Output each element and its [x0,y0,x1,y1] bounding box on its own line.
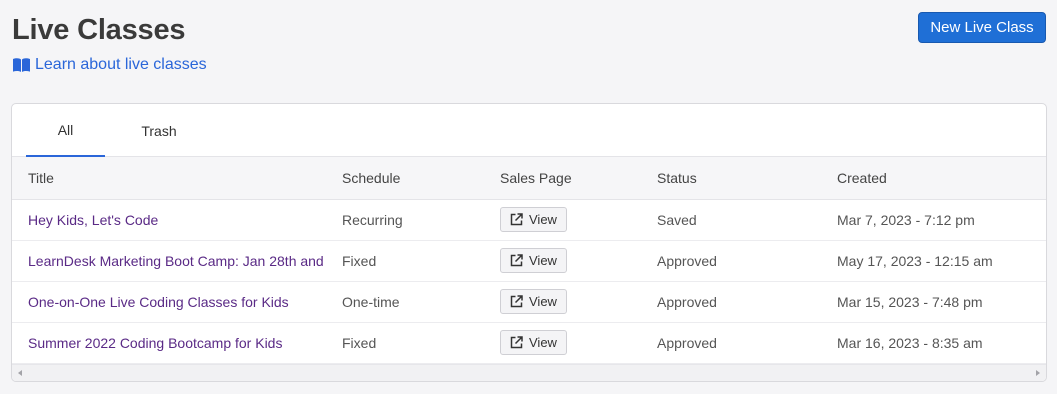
schedule-cell: Fixed [342,240,500,282]
view-label: View [529,335,557,350]
tab-trash[interactable]: Trash [120,104,198,157]
class-title-link[interactable]: One-on-One Live Coding Classes for Kids [28,294,326,310]
new-live-class-button[interactable]: New Live Class [918,12,1046,43]
book-open-icon [12,57,31,73]
view-label: View [529,253,557,268]
live-classes-table: Title Schedule Sales Page Status Created… [12,157,1046,364]
view-label: View [529,294,557,309]
learn-link-label: Learn about live classes [35,56,207,73]
horizontal-scrollbar[interactable] [12,364,1046,381]
created-cell: Mar 16, 2023 - 8:35 am [837,322,1046,364]
page-title: Live Classes [12,14,186,46]
created-cell: Mar 7, 2023 - 7:12 pm [837,199,1046,241]
table-row: Summer 2022 Coding Bootcamp for Kids Fix… [12,322,1046,364]
created-cell: May 17, 2023 - 12:15 am [837,240,1046,282]
table-header-row: Title Schedule Sales Page Status Created [12,157,1046,200]
view-label: View [529,212,557,227]
schedule-cell: Recurring [342,199,500,241]
tab-bar: All Trash [12,104,1046,157]
view-sales-page-button[interactable]: View [500,289,567,314]
external-link-icon [510,336,523,349]
status-cell: Approved [657,322,837,364]
schedule-cell: Fixed [342,322,500,364]
column-header-sales-page[interactable]: Sales Page [500,157,657,200]
column-header-title[interactable]: Title [12,157,342,200]
status-cell: Approved [657,240,837,282]
scroll-right-icon[interactable] [1036,370,1040,376]
external-link-icon [510,213,523,226]
learn-about-live-classes-link[interactable]: Learn about live classes [12,56,207,74]
class-title-link[interactable]: Summer 2022 Coding Bootcamp for Kids [28,335,326,351]
table-row: Hey Kids, Let's Code Recurring View Save… [12,199,1046,241]
tab-all[interactable]: All [26,104,105,157]
live-classes-card: All Trash Title Schedule Sales Page Stat… [11,103,1047,382]
column-header-status[interactable]: Status [657,157,837,200]
table-row: One-on-One Live Coding Classes for Kids … [12,281,1046,323]
external-link-icon [510,254,523,267]
status-cell: Saved [657,199,837,241]
view-sales-page-button[interactable]: View [500,248,567,273]
view-sales-page-button[interactable]: View [500,330,567,355]
created-cell: Mar 15, 2023 - 7:48 pm [837,281,1046,323]
view-sales-page-button[interactable]: View [500,207,567,232]
external-link-icon [510,295,523,308]
column-header-created[interactable]: Created [837,157,1046,200]
table-row: LearnDesk Marketing Boot Camp: Jan 28th … [12,240,1046,282]
class-title-link[interactable]: Hey Kids, Let's Code [28,212,326,228]
column-header-schedule[interactable]: Schedule [342,157,500,200]
status-cell: Approved [657,281,837,323]
scroll-left-icon[interactable] [18,370,22,376]
class-title-link[interactable]: LearnDesk Marketing Boot Camp: Jan 28th … [28,253,326,269]
schedule-cell: One-time [342,281,500,323]
